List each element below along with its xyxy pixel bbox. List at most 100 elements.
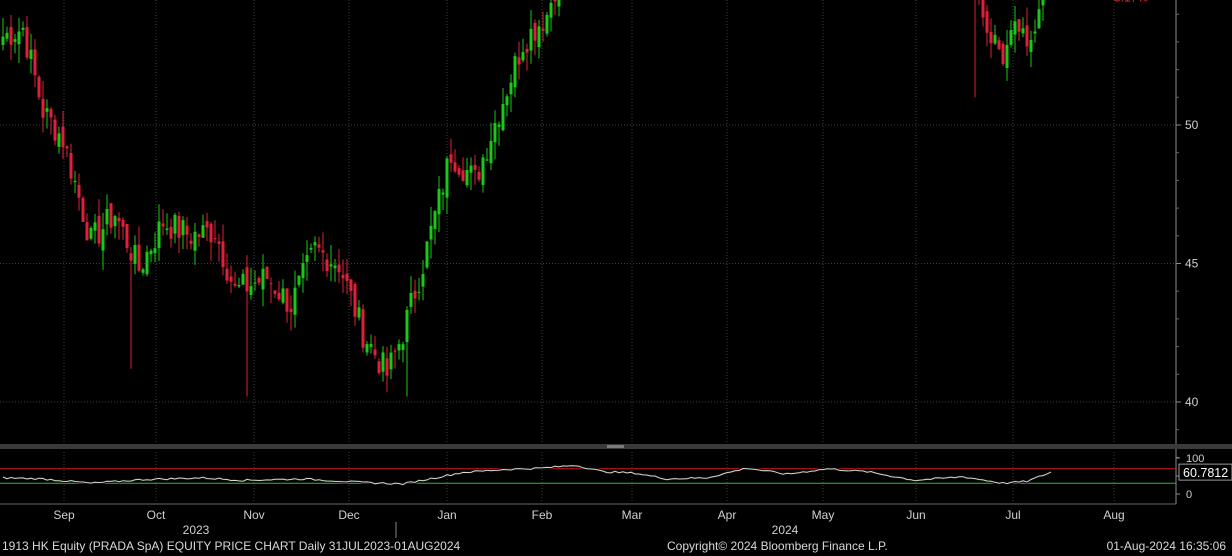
candle-body: [477, 172, 481, 180]
candle-body: [9, 27, 13, 45]
candle-body: [137, 244, 141, 271]
month-label: May: [812, 508, 835, 522]
candle-body: [457, 168, 461, 175]
candle-body: [101, 229, 105, 251]
candle-body: [53, 119, 57, 141]
candle-body: [469, 165, 473, 173]
candle-body: [381, 352, 385, 372]
candle-body: [505, 96, 509, 106]
candle-body: [157, 221, 161, 248]
candle-body: [389, 352, 393, 370]
candle-body: [177, 216, 181, 238]
candle-body: [209, 223, 213, 243]
candle-body: [361, 309, 365, 348]
month-label: Jan: [437, 508, 456, 522]
candle-body: [517, 57, 521, 65]
candle-body: [285, 288, 289, 312]
price-tick-label: 50: [1185, 118, 1199, 132]
candle-body: [321, 250, 325, 253]
candle-body: [45, 108, 49, 112]
candle-body: [141, 269, 145, 273]
candle-body: [537, 26, 541, 48]
candle-body: [229, 276, 233, 282]
candle-body: [357, 307, 361, 318]
candle-body: [509, 82, 513, 95]
candle-body: [1033, 31, 1037, 34]
candle-body: [529, 28, 533, 51]
candle-body: [985, 11, 989, 33]
month-label: Sep: [53, 508, 75, 522]
year-label: 2024: [772, 523, 799, 537]
candle-body: [293, 287, 297, 315]
candle-body: [121, 220, 125, 227]
month-label: Jul: [1005, 508, 1020, 522]
candle-body: [245, 267, 249, 292]
candle-body: [521, 52, 525, 61]
price-tick-label: 40: [1185, 395, 1199, 409]
candle-body: [1021, 28, 1025, 34]
candle-body: [37, 76, 41, 98]
month-label: Dec: [338, 508, 359, 522]
candle-body: [217, 241, 221, 244]
candle-body: [489, 140, 493, 164]
candle-body: [305, 255, 309, 262]
candle-body: [309, 247, 313, 250]
rsi-tick-label: 100: [1186, 453, 1204, 465]
candle-body: [165, 228, 169, 230]
candle-body: [105, 208, 109, 225]
candle-body: [281, 288, 285, 303]
candle-body: [61, 126, 65, 147]
panel-divider-handle: [607, 445, 624, 448]
candle-body: [997, 40, 1001, 50]
candle-body: [153, 248, 157, 254]
candle-body: [345, 273, 349, 281]
annotations: +10.34%-5.17%: [1110, 0, 1148, 5]
candle-body: [181, 220, 185, 236]
candle-body: [89, 227, 93, 239]
downside-pct-label: -5.17%: [1110, 0, 1148, 5]
candle-body: [65, 146, 69, 149]
candle-body: [425, 241, 429, 268]
candle-body: [13, 39, 17, 42]
candle-body: [473, 164, 477, 170]
candle-body: [21, 27, 25, 30]
month-label: Feb: [532, 508, 553, 522]
candle-body: [533, 22, 537, 41]
candle-body: [161, 223, 165, 227]
candle-body: [493, 123, 497, 143]
candle-body: [289, 308, 293, 313]
candle-body: [485, 159, 489, 161]
candle-body: [989, 31, 993, 44]
candle-body: [369, 343, 373, 348]
candle-body: [1041, 0, 1045, 6]
candle-body: [49, 108, 53, 118]
candle-body: [273, 290, 277, 294]
candle-body: [257, 277, 261, 283]
candle-body: [185, 225, 189, 235]
month-label: Apr: [718, 508, 737, 522]
candle-body: [317, 244, 321, 248]
candle-body: [541, 28, 545, 31]
chart-caption: 1913 HK Equity (PRADA SpA) EQUITY PRICE …: [2, 539, 461, 553]
candle-body: [201, 225, 205, 238]
candle-body: [413, 290, 417, 299]
candle-body: [401, 344, 405, 351]
candle-body: [301, 263, 305, 279]
candle-body: [85, 222, 89, 241]
candle-body: [189, 240, 193, 244]
candle-body: [1037, 9, 1041, 29]
candle-body: [193, 231, 197, 251]
candle-body: [525, 48, 529, 53]
candle-body: [29, 49, 33, 60]
timestamp: 01-Aug-2024 16:35:06: [1106, 539, 1226, 553]
candle-body: [453, 162, 457, 172]
candle-body: [429, 225, 433, 240]
month-label: Oct: [147, 508, 166, 522]
candle-body: [249, 286, 253, 295]
candle-body: [445, 158, 449, 198]
candle-body: [33, 49, 37, 76]
candle-body: [1009, 30, 1013, 45]
candle-body: [1001, 43, 1005, 64]
candle-body: [297, 275, 301, 285]
candle-body: [149, 250, 153, 255]
